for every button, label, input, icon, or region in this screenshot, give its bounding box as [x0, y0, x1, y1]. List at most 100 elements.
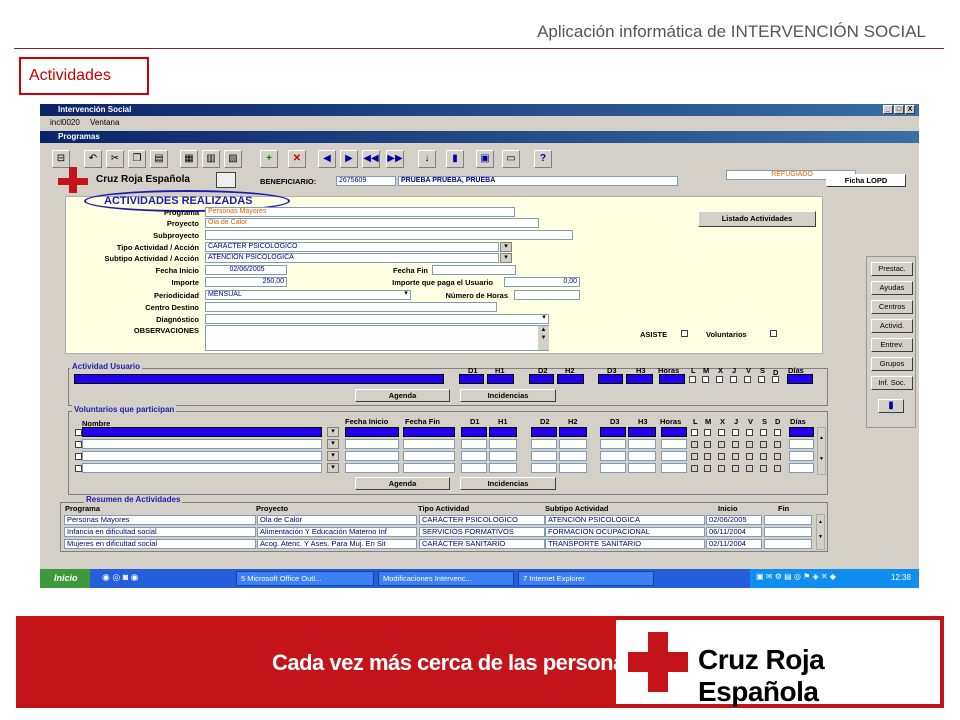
vol-day-checkbox[interactable] — [718, 441, 725, 448]
au-dias-field[interactable] — [787, 374, 813, 384]
subwindow-titlebar[interactable]: Programas — [40, 131, 919, 143]
vol-day-checkbox[interactable] — [691, 441, 698, 448]
vol-day-checkbox[interactable] — [704, 465, 711, 472]
vol-day-checkbox[interactable] — [760, 429, 767, 436]
vol-dias-field[interactable] — [789, 463, 814, 473]
au-m-checkbox[interactable] — [702, 376, 709, 383]
vol-dias-field[interactable] — [789, 427, 814, 437]
vol-day-checkbox[interactable] — [732, 429, 739, 436]
last-icon[interactable]: ▶▶ — [386, 150, 404, 168]
diagnostico-dropdown-icon[interactable]: ▾ — [538, 314, 550, 324]
undo-icon[interactable]: ↶ — [84, 150, 102, 168]
voluntarios-checkbox[interactable] — [770, 330, 777, 337]
tipo-dropdown-icon[interactable]: ▾ — [500, 242, 512, 252]
vol-day-checkbox[interactable] — [774, 453, 781, 460]
resumen-cell[interactable]: Ola de Calor — [257, 515, 417, 525]
vol-day-checkbox[interactable] — [760, 453, 767, 460]
vol-time-field[interactable] — [489, 439, 517, 449]
resumen-cell[interactable] — [764, 515, 812, 525]
resumen-cell[interactable]: 02/11/2004 — [706, 539, 762, 549]
minimize-button[interactable]: _ — [883, 105, 893, 114]
vol-day-checkbox[interactable] — [746, 465, 753, 472]
importe-usuario-field[interactable]: 0,00 — [504, 277, 580, 287]
au-h3-field[interactable] — [626, 374, 653, 384]
vol-day-checkbox[interactable] — [760, 441, 767, 448]
vol-time-field[interactable] — [461, 439, 487, 449]
subtipo-dropdown-icon[interactable]: ▾ — [500, 253, 512, 263]
first-icon[interactable]: ◀◀ — [362, 150, 380, 168]
vol-day-checkbox[interactable] — [704, 429, 711, 436]
vol-row-selector[interactable] — [75, 429, 82, 436]
resumen-cell[interactable]: Personas Mayores — [64, 515, 256, 525]
vol-time-field[interactable] — [403, 463, 455, 473]
ayudas-button[interactable]: Ayudas — [871, 281, 913, 295]
vol-day-checkbox[interactable] — [732, 441, 739, 448]
prestaciones-button[interactable]: Prestac. — [871, 262, 913, 276]
start-button[interactable]: Inicio — [40, 569, 90, 588]
observaciones-field[interactable] — [205, 325, 549, 351]
resumen-cell[interactable]: TRANSPORTE SANITARIO — [545, 539, 705, 549]
vol-time-field[interactable] — [345, 427, 399, 437]
fecha-fin-field[interactable] — [432, 265, 516, 275]
vol-nombre-dropdown-icon[interactable]: ▾ — [327, 451, 339, 461]
table-icon[interactable]: ▧ — [224, 150, 242, 168]
observaciones-scrollbar[interactable]: ▲ ▼ — [538, 326, 549, 350]
listado-actividades-button[interactable]: Listado Actividades — [698, 211, 816, 227]
vol-time-field[interactable] — [628, 439, 656, 449]
vol-time-field[interactable] — [661, 427, 687, 437]
tray-icons[interactable]: ▣ ✉ ⚙ ▤ ◎ ⚑ ◈ ✕ ◆ — [756, 572, 836, 581]
vol-day-checkbox[interactable] — [746, 429, 753, 436]
au-agenda-button[interactable]: Agenda — [355, 389, 450, 402]
resumen-cell[interactable]: CARÁCTER PSICOLOGICO — [419, 515, 545, 525]
vol-time-field[interactable] — [559, 451, 587, 461]
vol-time-field[interactable] — [559, 463, 587, 473]
vol-day-checkbox[interactable] — [691, 429, 698, 436]
vol-day-checkbox[interactable] — [774, 429, 781, 436]
exit-icon[interactable]: ⊟ — [52, 150, 70, 168]
au-h2-field[interactable] — [557, 374, 584, 384]
subtipo-field[interactable]: ATENCIÓN PSICOLÓGICA — [205, 253, 499, 263]
tipo-field[interactable]: CARÁCTER PSICOLOGICO — [205, 242, 499, 252]
periodicidad-field[interactable]: MENSUAL — [205, 290, 411, 300]
down-icon[interactable]: ↓ — [418, 150, 436, 168]
beneficiario-name[interactable]: PRUEBA PRUEBA, PRUEBA — [398, 176, 678, 186]
vol-day-checkbox[interactable] — [718, 429, 725, 436]
au-d2-field[interactable] — [529, 374, 554, 384]
barcode-icon[interactable] — [216, 172, 236, 188]
au-incidencias-button[interactable]: Incidencias — [460, 389, 556, 402]
vol-day-checkbox[interactable] — [746, 453, 753, 460]
window-titlebar[interactable]: Intervención Social _ □ X — [40, 104, 919, 116]
vol-row-selector[interactable] — [75, 453, 82, 460]
proyecto-field[interactable]: Ola de Calor — [205, 218, 539, 228]
menu-item-incl[interactable]: incl0020 — [50, 118, 80, 127]
resumen-cell[interactable]: 02/06/2005 — [706, 515, 762, 525]
vol-time-field[interactable] — [661, 463, 687, 473]
subproyecto-field[interactable] — [205, 230, 573, 240]
task-modificaciones[interactable]: Modificaciones Intervenc... — [378, 571, 514, 586]
asiste-checkbox[interactable] — [681, 330, 688, 337]
resumen-cell[interactable]: FORMACION OCUPACIONAL — [545, 527, 705, 537]
vol-time-field[interactable] — [345, 463, 399, 473]
beneficiario-id[interactable]: 2675609 — [336, 176, 396, 186]
vol-time-field[interactable] — [559, 427, 587, 437]
au-actividad-field[interactable] — [74, 374, 444, 384]
vol-row-selector[interactable] — [75, 465, 82, 472]
delete-record-icon[interactable]: ✕ — [288, 150, 306, 168]
vol-time-field[interactable] — [531, 427, 557, 437]
vol-time-field[interactable] — [531, 439, 557, 449]
task-internet-explorer[interactable]: 7 Internet Explorer — [518, 571, 654, 586]
vol-time-field[interactable] — [531, 451, 557, 461]
vol-time-field[interactable] — [628, 463, 656, 473]
vol-nombre-field[interactable] — [82, 439, 322, 449]
voluntarios-scrollbar[interactable]: ▲ ▼ — [817, 427, 826, 475]
vol-day-checkbox[interactable] — [704, 453, 711, 460]
quicklaunch-icons[interactable]: ◉ ◎ ◙ ◉ — [102, 572, 139, 583]
resumen-cell[interactable]: Alimentación Y Educación Materno Inf — [257, 527, 417, 537]
vol-day-checkbox[interactable] — [774, 441, 781, 448]
vol-nombre-dropdown-icon[interactable]: ▾ — [327, 427, 339, 437]
vol-time-field[interactable] — [461, 463, 487, 473]
au-l-checkbox[interactable] — [689, 376, 696, 383]
vol-dias-field[interactable] — [789, 439, 814, 449]
paste-icon[interactable]: ▤ — [150, 150, 168, 168]
actividades-button[interactable]: Activid. — [871, 319, 913, 333]
